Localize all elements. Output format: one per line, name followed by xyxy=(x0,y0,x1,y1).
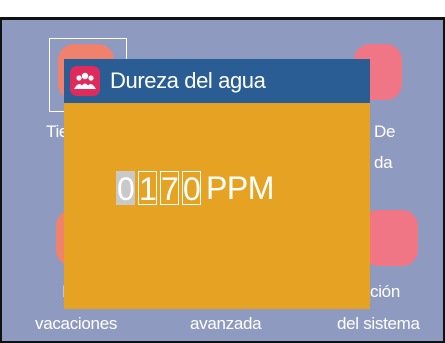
dialog-header: Dureza del agua xyxy=(64,59,370,103)
digit-2[interactable]: 1 xyxy=(138,171,157,206)
tile-label-hardness-line2: da xyxy=(374,153,393,172)
screen-frame: Tie De da I vacaciones avanzada ción del… xyxy=(0,18,445,343)
dialog-title: Dureza del agua xyxy=(110,68,266,93)
digit-3[interactable]: 7 xyxy=(160,171,179,206)
tile-label-system-line2: del sistema xyxy=(337,314,420,333)
tile-label-vacation-line2: vacaciones xyxy=(35,314,118,333)
people-icon xyxy=(70,66,100,96)
digit-1[interactable]: 0 xyxy=(116,171,135,206)
unit-label: PPM xyxy=(206,170,274,206)
hardness-value-editor[interactable]: 0 1 7 0 PPM xyxy=(116,163,274,206)
tile-label-system-line1: ción xyxy=(370,282,400,301)
tile-label-advanced-line2: avanzada xyxy=(190,314,262,333)
digit-4[interactable]: 0 xyxy=(182,171,201,206)
system-icon[interactable] xyxy=(362,210,418,266)
top-strip xyxy=(0,0,445,18)
water-hardness-dialog: Dureza del agua 0 1 7 0 PPM xyxy=(64,59,370,309)
tile-label-hardness-line1: De xyxy=(374,122,396,141)
